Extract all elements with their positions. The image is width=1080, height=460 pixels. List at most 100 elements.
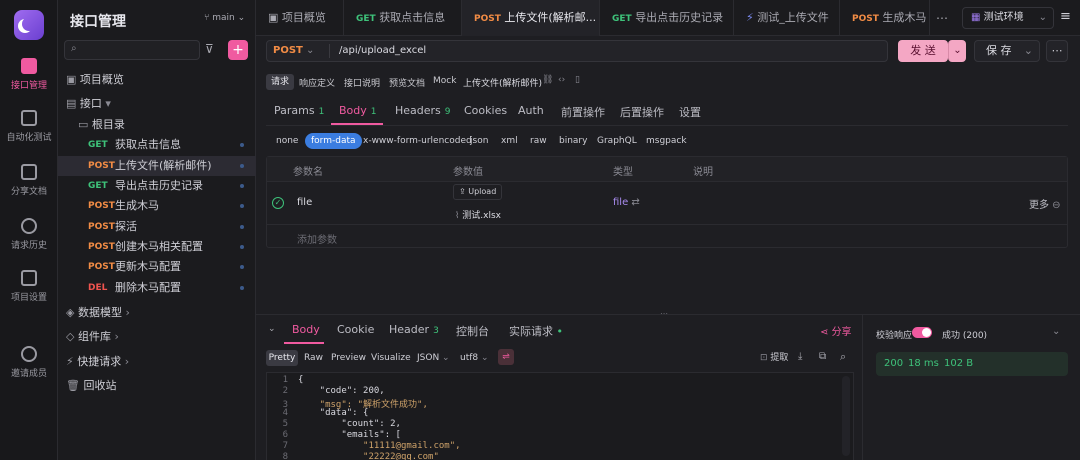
body-type-none[interactable]: none [276, 133, 298, 149]
sidebar-endpoint[interactable]: GET 获取点击信息 [58, 135, 256, 155]
sidebar-endpoint[interactable]: POST 更新木马配置 [58, 257, 256, 277]
response-tab-actual-request[interactable]: 实际请求 • [509, 323, 563, 339]
sidebar-components[interactable]: ◇ 组件库 › [58, 327, 256, 347]
chevron-down-icon[interactable]: ⌄ [1052, 326, 1060, 337]
mode-tab-response-def[interactable]: 响应定义 [299, 76, 335, 89]
mode-tab-mock[interactable]: Mock [433, 76, 456, 86]
rail-automation[interactable]: 自动化测试 [0, 110, 58, 143]
chevron-down-icon: ⌄ [302, 45, 315, 56]
sidebar-overview[interactable]: ▣ 项目概览 [58, 70, 256, 90]
sidebar-endpoint[interactable]: GET 导出点击历史记录 [58, 176, 256, 196]
rail-invite[interactable]: 邀请成员 [0, 346, 58, 379]
rail-settings[interactable]: 项目设置 [0, 270, 58, 303]
view-mode-preview[interactable]: Preview [331, 350, 366, 366]
environment-selector[interactable]: ▦ 测试环境 ⌄ [962, 7, 1054, 29]
download-icon[interactable]: ⤓ [798, 351, 802, 362]
upload-button[interactable]: ⇪ Upload [453, 184, 503, 200]
body-type-raw[interactable]: raw [530, 133, 547, 149]
tab-test-upload[interactable]: ⚡ 测试_上传文件 [734, 0, 840, 36]
tab-generate-trojan[interactable]: POST 生成木马 [840, 0, 930, 36]
tab-post-actions[interactable]: 后置操作 [620, 104, 664, 120]
body-type-msgpack[interactable]: msgpack [646, 133, 687, 149]
validate-toggle[interactable] [912, 327, 932, 338]
body-type-urlencoded[interactable]: x-www-form-urlencoded [363, 133, 472, 149]
sidebar-endpoint[interactable]: POST 探活 [58, 217, 256, 237]
filter-icon[interactable]: ⊽ [205, 42, 214, 56]
code-icon[interactable]: ‹› [558, 75, 565, 85]
copy-icon[interactable]: ⧉ [819, 351, 826, 362]
search-icon[interactable]: ⌕ [840, 350, 846, 364]
tab-export-history[interactable]: GET 导出点击历史记录 [600, 0, 734, 36]
add-button[interactable]: + [228, 40, 248, 60]
sidebar-endpoint[interactable]: POST 创建木马相关配置 [58, 237, 256, 257]
param-enabled-checkbox[interactable]: ✓ [272, 197, 284, 209]
sidebar-endpoint[interactable]: POST 生成木马 [58, 196, 256, 216]
chevron-down-icon: ⌄ [1038, 12, 1047, 23]
extract-button[interactable]: ⊡ 提取 [760, 350, 788, 366]
sidebar-root-folder[interactable]: ▭ 根目录 [58, 115, 256, 135]
link-icon[interactable]: ⛓ [542, 75, 553, 85]
wrap-toggle-icon[interactable]: ⇌ [498, 349, 514, 365]
send-button[interactable]: 发 送 [898, 40, 948, 62]
tab-headers[interactable]: Headers 9 [395, 104, 451, 117]
response-tab-console[interactable]: 控制台 [456, 323, 489, 339]
tab-cookies[interactable]: Cookies [464, 104, 507, 117]
response-tab-header[interactable]: Header 3 [389, 323, 439, 336]
more-tabs-icon[interactable]: ⋯ [936, 11, 948, 25]
view-mode-visualize[interactable]: Visualize [371, 350, 411, 366]
sidebar-api-group[interactable]: ▤ 接口 ▾ [58, 94, 256, 114]
send-options-button[interactable]: ⌄ [948, 40, 966, 62]
body-type-binary[interactable]: binary [559, 133, 587, 149]
format-select[interactable]: JSON ⌄ [417, 350, 450, 366]
tab-params[interactable]: Params 1 [274, 104, 324, 117]
rail-share-doc[interactable]: 分享文档 [0, 164, 58, 197]
tab-get-clicks[interactable]: GET 获取点击信息 [344, 0, 462, 36]
resize-handle[interactable]: ⋯ [660, 309, 668, 318]
mode-tab-preview[interactable]: 预览文档 [389, 76, 425, 89]
rail-api[interactable]: 接口管理 [0, 58, 58, 91]
param-name[interactable]: file [297, 197, 312, 208]
overview-icon: ▣ [268, 11, 282, 24]
mode-tab-request[interactable]: 请求 [266, 74, 294, 90]
view-mode-raw[interactable]: Raw [304, 350, 323, 366]
body-type-form-data[interactable]: form-data [305, 133, 362, 149]
sidebar-endpoint[interactable]: DEL 删除木马配置 [58, 278, 256, 298]
sidebar-quick-requests[interactable]: ⚡ 快捷请求 › [58, 352, 256, 372]
success-status-select[interactable]: 成功 (200) [942, 328, 987, 341]
url-input[interactable]: /api/upload_excel [339, 45, 426, 56]
rail-history[interactable]: 请求历史 [0, 218, 58, 251]
sidebar-trash[interactable]: 🗑 回收站 [58, 376, 256, 396]
tab-auth[interactable]: Auth [518, 104, 544, 117]
method-select[interactable]: POST ⌄ [273, 45, 314, 56]
file-chip[interactable]: ⌇ 测试.xlsx [455, 208, 501, 221]
encoding-select[interactable]: utf8 ⌄ [460, 350, 489, 366]
body-type-graphql[interactable]: GraphQL [597, 133, 637, 149]
tab-pre-actions[interactable]: 前置操作 [561, 104, 605, 120]
body-type-xml[interactable]: xml [501, 133, 518, 149]
tab-settings[interactable]: 设置 [679, 104, 701, 120]
column-header: 说明 [693, 167, 713, 178]
share-button[interactable]: ⋖ 分享 [820, 323, 852, 338]
param-type[interactable]: file ⇄ [613, 197, 640, 208]
menu-icon[interactable]: ≡ [1060, 9, 1071, 24]
add-param-input[interactable]: 添加参数 [297, 231, 337, 246]
sidebar-endpoint-selected[interactable]: POST 上传文件(解析邮件) [58, 156, 256, 176]
chevron-down-icon: ⌄ [234, 13, 246, 23]
save-button[interactable]: 保 存 ⌄ [974, 40, 1040, 62]
response-tab-body[interactable]: Body [292, 323, 320, 336]
tab-upload-file[interactable]: POST 上传文件(解析邮... [462, 0, 600, 36]
layout-icon[interactable]: ▯ [575, 75, 580, 85]
param-more[interactable]: 更多 ⊖ [1029, 196, 1061, 211]
body-type-json[interactable]: json [470, 133, 488, 149]
mode-tab-doc[interactable]: 接口说明 [344, 76, 380, 89]
tab-overview[interactable]: ▣ 项目概览 [256, 0, 344, 36]
sidebar-data-models[interactable]: ◈ 数据模型 › [58, 303, 256, 323]
sidebar-search-input[interactable]: ⌕ [64, 40, 200, 60]
branch-selector[interactable]: ⑂ main ⌄ [204, 13, 245, 23]
collapse-icon[interactable]: ⌄ [268, 324, 276, 334]
more-actions-button[interactable]: ⋯ [1046, 40, 1068, 62]
minus-circle-icon: ⊖ [1049, 200, 1061, 211]
response-tab-cookie[interactable]: Cookie [337, 323, 374, 336]
view-mode-pretty[interactable]: Pretty [266, 350, 298, 366]
tab-body[interactable]: Body 1 [339, 104, 377, 117]
